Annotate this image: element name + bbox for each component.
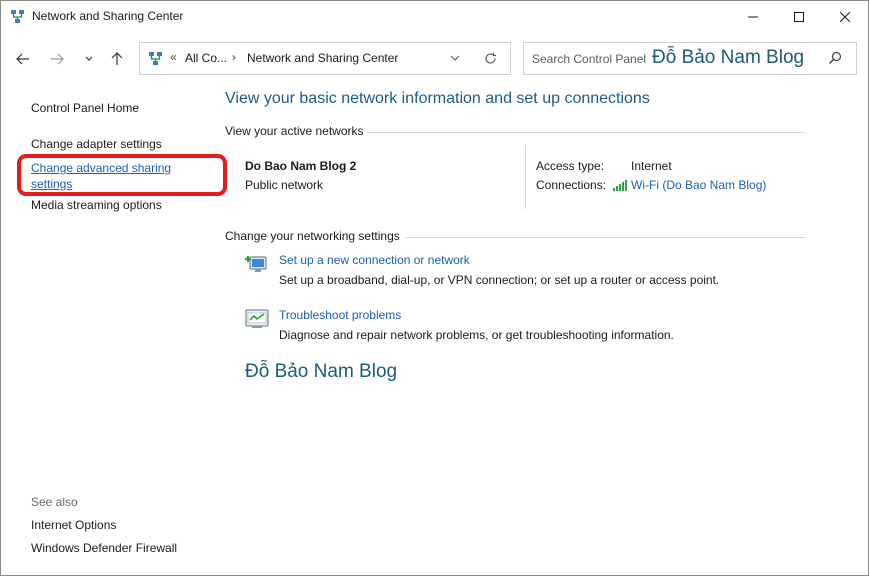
sidebar-item-change-adapter-settings[interactable]: Change adapter settings [31,137,162,151]
recent-locations-button[interactable] [78,49,100,69]
address-dropdown-button[interactable] [446,49,464,67]
access-type-value: Internet [631,159,672,173]
sidebar-item-internet-options[interactable]: Internet Options [31,518,116,532]
chevron-down-icon [85,56,93,61]
new-connection-icon [245,256,267,272]
search-icon[interactable] [827,50,843,66]
close-icon [840,12,850,22]
setup-connection-description: Set up a broadband, dial-up, or VPN conn… [279,273,720,287]
title-bar: Network and Sharing Center [1,1,868,33]
sidebar-item-media-streaming-options[interactable]: Media streaming options [31,198,162,212]
search-watermark-text: Đỗ Bảo Nam Blog [652,47,805,68]
access-type-label: Access type: [536,159,605,173]
chevron-down-icon [450,55,460,61]
see-also-heading: See also [31,495,78,509]
network-center-icon [149,52,162,65]
troubleshoot-description: Diagnose and repair network problems, or… [279,328,674,342]
forward-button[interactable] [46,49,68,69]
address-overflow[interactable]: « [170,50,177,64]
network-name: Do Bao Nam Blog 2 [245,159,357,173]
active-networks-heading: View your active networks [225,124,364,138]
connections-label: Connections: [536,178,607,192]
maximize-button[interactable] [776,1,822,33]
arrow-up-icon [111,52,123,65]
navigation-bar: « All Co... › Network and Sharing Center… [1,41,868,77]
close-button[interactable] [822,1,868,33]
vertical-divider [525,145,526,209]
address-bar[interactable]: « All Co... › Network and Sharing Center [139,42,511,75]
highlight-annotation [17,154,227,196]
breadcrumb-network-sharing-center[interactable]: Network and Sharing Center [247,51,398,65]
troubleshoot-link[interactable]: Troubleshoot problems [279,308,401,322]
arrow-right-icon [51,53,64,65]
refresh-icon [484,52,496,64]
change-settings-heading: Change your networking settings [225,229,400,243]
search-placeholder: Search Control Panel [532,52,647,66]
network-sharing-window: Network and Sharing Center « All Co... ›… [0,0,869,576]
search-input[interactable]: Search Control Panel Đỗ Bảo Nam Blog [523,42,857,75]
wifi-connection-link[interactable]: Wi-Fi (Do Bao Nam Blog) [631,178,766,192]
refresh-button[interactable] [480,49,500,67]
arrow-left-icon [16,53,29,65]
breadcrumb-separator[interactable]: › [232,50,236,64]
wifi-signal-icon [613,180,627,191]
network-center-icon [11,10,24,23]
sidebar-item-control-panel-home[interactable]: Control Panel Home [31,101,139,115]
divider [367,132,805,133]
minimize-icon [748,16,758,18]
divider [405,237,805,238]
network-type: Public network [245,178,324,192]
page-title: View your basic network information and … [225,90,650,107]
back-button[interactable] [12,49,34,69]
troubleshoot-icon [245,309,269,328]
maximize-icon [794,12,804,22]
breadcrumb-all-control-panel[interactable]: All Co... [185,51,227,65]
minimize-button[interactable] [730,1,776,33]
setup-connection-link[interactable]: Set up a new connection or network [279,253,470,267]
window-title: Network and Sharing Center [32,9,184,23]
up-button[interactable] [106,49,128,69]
sidebar-item-windows-defender-firewall[interactable]: Windows Defender Firewall [31,541,177,555]
watermark-text: Đỗ Bảo Nam Blog [245,361,398,382]
